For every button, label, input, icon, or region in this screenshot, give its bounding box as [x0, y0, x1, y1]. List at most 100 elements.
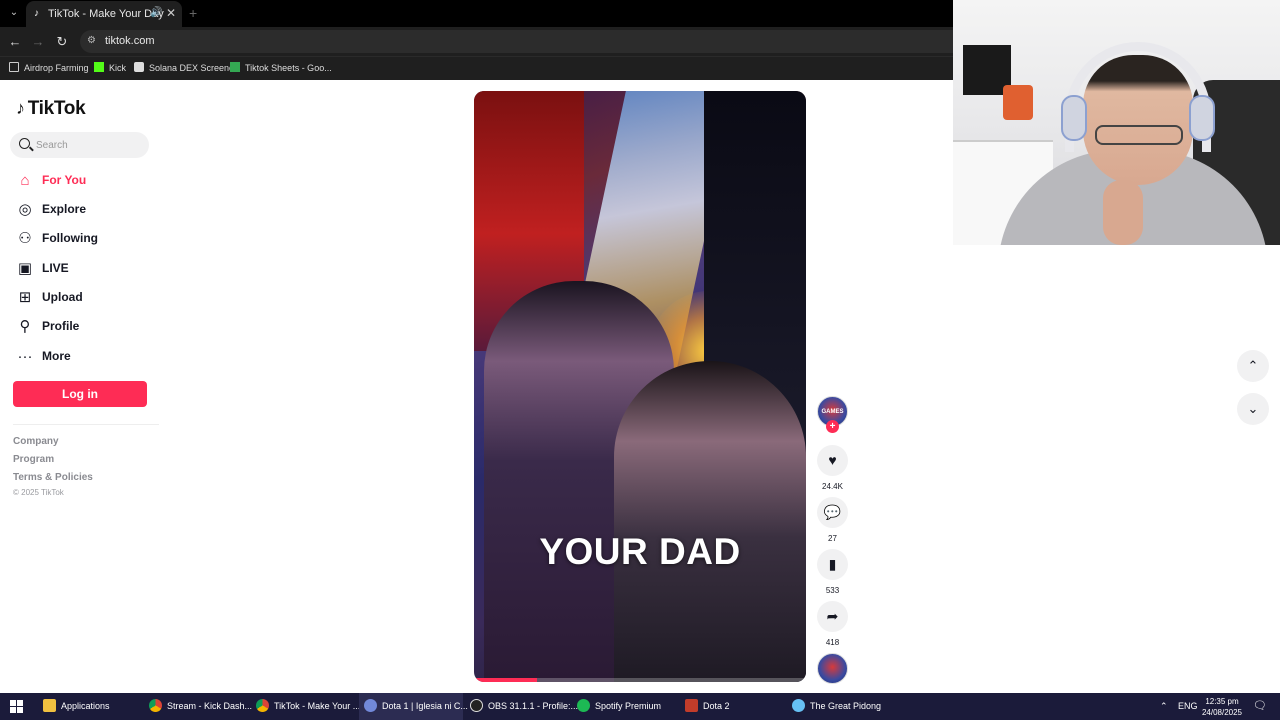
chevron-up-icon[interactable]: ⌃	[1160, 693, 1168, 720]
nav-upload[interactable]: ⊞ Upload	[14, 287, 154, 309]
search-input[interactable]	[36, 136, 144, 154]
speaker-icon[interactable]: 🔊	[150, 7, 162, 18]
bookmark-airdrop-farming[interactable]: Airdrop Farming	[9, 62, 89, 73]
more-icon: ···	[17, 348, 33, 365]
clock-time: 12:35 pm	[1205, 697, 1239, 706]
bookmark-label: Airdrop Farming	[24, 63, 89, 73]
like-button[interactable]: ♥	[817, 445, 848, 476]
chrome-icon	[149, 699, 162, 712]
video-progress-bar[interactable]	[474, 678, 806, 682]
dota2-icon	[685, 699, 698, 712]
taskbar-label: Applications	[61, 701, 110, 711]
save-button[interactable]: ▮	[817, 549, 848, 580]
taskbar-label: The Great Pidong	[810, 701, 882, 711]
site-settings-icon[interactable]: ⚙	[87, 35, 96, 46]
taskbar-item-steam[interactable]: The Great Pidong	[788, 693, 892, 720]
taskbar-item-chrome-tiktok[interactable]: TikTok - Make Your ...	[252, 693, 360, 720]
taskbar-item-applications[interactable]: Applications	[38, 693, 142, 720]
folder-icon	[43, 699, 56, 712]
discord-icon	[364, 699, 377, 712]
notification-icon[interactable]: 🗨	[1253, 693, 1267, 720]
comment-icon: 💬	[823, 504, 842, 520]
video-player[interactable]: YOUR DAD	[474, 91, 806, 682]
taskbar-item-obs[interactable]: OBS 31.1.1 - Profile:...	[466, 693, 578, 720]
address-bar[interactable]: ⚙ tiktok.com	[80, 30, 953, 53]
back-arrow-icon[interactable]: ←	[7, 34, 23, 49]
video-caption: YOUR DAD	[539, 531, 741, 572]
plus-icon[interactable]: +	[189, 5, 197, 21]
windows-start-icon[interactable]	[10, 700, 23, 713]
close-icon[interactable]: ✕	[166, 6, 176, 20]
login-button[interactable]: Log in	[13, 381, 147, 407]
forward-arrow-icon[interactable]: →	[30, 34, 46, 49]
browser-tab-bar: ⌄ ♪ TikTok - Make Your Day 🔊 ✕ +	[0, 0, 953, 27]
reload-icon[interactable]: ↻	[54, 34, 70, 50]
taskbar-item-spotify[interactable]: Spotify Premium	[573, 693, 677, 720]
compass-icon: ◎	[18, 201, 32, 218]
browser-tab-tiktok[interactable]: ♪ TikTok - Make Your Day 🔊 ✕	[26, 1, 182, 27]
taskbar-item-discord[interactable]: Dota 1 | Iglesia ni C...	[359, 693, 468, 720]
video-progress-fill	[474, 678, 538, 682]
webcam-scene	[1003, 85, 1033, 120]
clock-date: 24/08/2025	[1201, 708, 1243, 717]
nav-label: More	[42, 349, 71, 363]
home-icon: ⌂	[20, 172, 30, 189]
comment-count: 27	[828, 534, 837, 543]
webcam-overlay	[953, 0, 1280, 245]
bookmark-tiktok-sheets[interactable]: Tiktok Sheets - Goo...	[230, 62, 332, 73]
footer-link-terms[interactable]: Terms & Policies	[13, 472, 93, 483]
upload-icon: ⊞	[18, 289, 32, 306]
steam-icon	[792, 699, 805, 712]
kick-icon	[94, 62, 104, 72]
heart-icon: ♥	[828, 452, 837, 468]
like-count: 24.4K	[822, 482, 843, 491]
nav-live[interactable]: ▣ LIVE	[14, 258, 154, 280]
webcam-scene	[1103, 180, 1143, 245]
share-button[interactable]: ➦	[817, 601, 848, 632]
video-scene	[614, 361, 806, 682]
url-text: tiktok.com	[105, 35, 155, 47]
nav-for-you[interactable]: ⌂ For You	[14, 170, 154, 192]
search-box[interactable]	[10, 132, 149, 158]
following-icon: ⚇	[18, 230, 32, 247]
tab-search-chevron-icon[interactable]: ⌄	[6, 5, 22, 21]
logo-text: TikTok	[27, 98, 86, 119]
chevron-down-icon[interactable]: ⌄	[1237, 393, 1269, 425]
taskbar-label: Stream - Kick Dash...	[167, 701, 253, 711]
nav-more[interactable]: ··· More	[14, 346, 154, 368]
nav-profile[interactable]: ⚲ Profile	[14, 316, 154, 338]
taskbar-label: TikTok - Make Your ...	[274, 701, 361, 711]
windows-taskbar: Applications Stream - Kick Dash... TikTo…	[0, 693, 1280, 720]
nav-label: Explore	[42, 202, 87, 216]
bookmarks-bar: Airdrop Farming Kick Solana DEX Screener…	[0, 56, 953, 80]
nav-following[interactable]: ⚇ Following	[14, 228, 154, 250]
search-icon	[19, 138, 30, 149]
bookmark-label: Solana DEX Screener	[149, 63, 238, 73]
system-clock[interactable]: 12:35 pm 24/08/2025	[1196, 696, 1248, 718]
nav-label: Following	[42, 231, 98, 245]
profile-icon: ⚲	[19, 318, 31, 335]
folder-icon	[9, 62, 19, 72]
chevron-up-icon[interactable]: ⌃	[1237, 350, 1269, 382]
taskbar-item-chrome-kick[interactable]: Stream - Kick Dash...	[145, 693, 253, 720]
nav-explore[interactable]: ◎ Explore	[14, 199, 154, 221]
language-indicator[interactable]: ENG	[1178, 693, 1198, 720]
webcam-scene	[1189, 95, 1215, 141]
taskbar-item-dota2[interactable]: Dota 2	[681, 693, 785, 720]
tiktok-logo[interactable]: ♪ TikTok	[16, 98, 86, 120]
nav-label: Profile	[42, 319, 80, 333]
bookmark-solana-dex-screener[interactable]: Solana DEX Screener	[134, 62, 237, 73]
follow-plus-icon[interactable]: +	[826, 420, 839, 433]
tiktok-note-icon: ♪	[34, 8, 39, 19]
music-disc-avatar[interactable]	[817, 653, 848, 684]
obs-icon	[470, 699, 483, 712]
footer-link-program[interactable]: Program	[13, 454, 54, 465]
bookmark-kick[interactable]: Kick	[94, 62, 126, 73]
comment-button[interactable]: 💬	[817, 497, 848, 528]
footer-link-company[interactable]: Company	[13, 436, 59, 447]
nav-label: For You	[42, 173, 87, 187]
nav-label: Upload	[42, 290, 83, 304]
taskbar-label: OBS 31.1.1 - Profile:...	[488, 701, 579, 711]
webcam-scene	[1095, 125, 1183, 145]
taskbar-label: Spotify Premium	[595, 701, 662, 711]
